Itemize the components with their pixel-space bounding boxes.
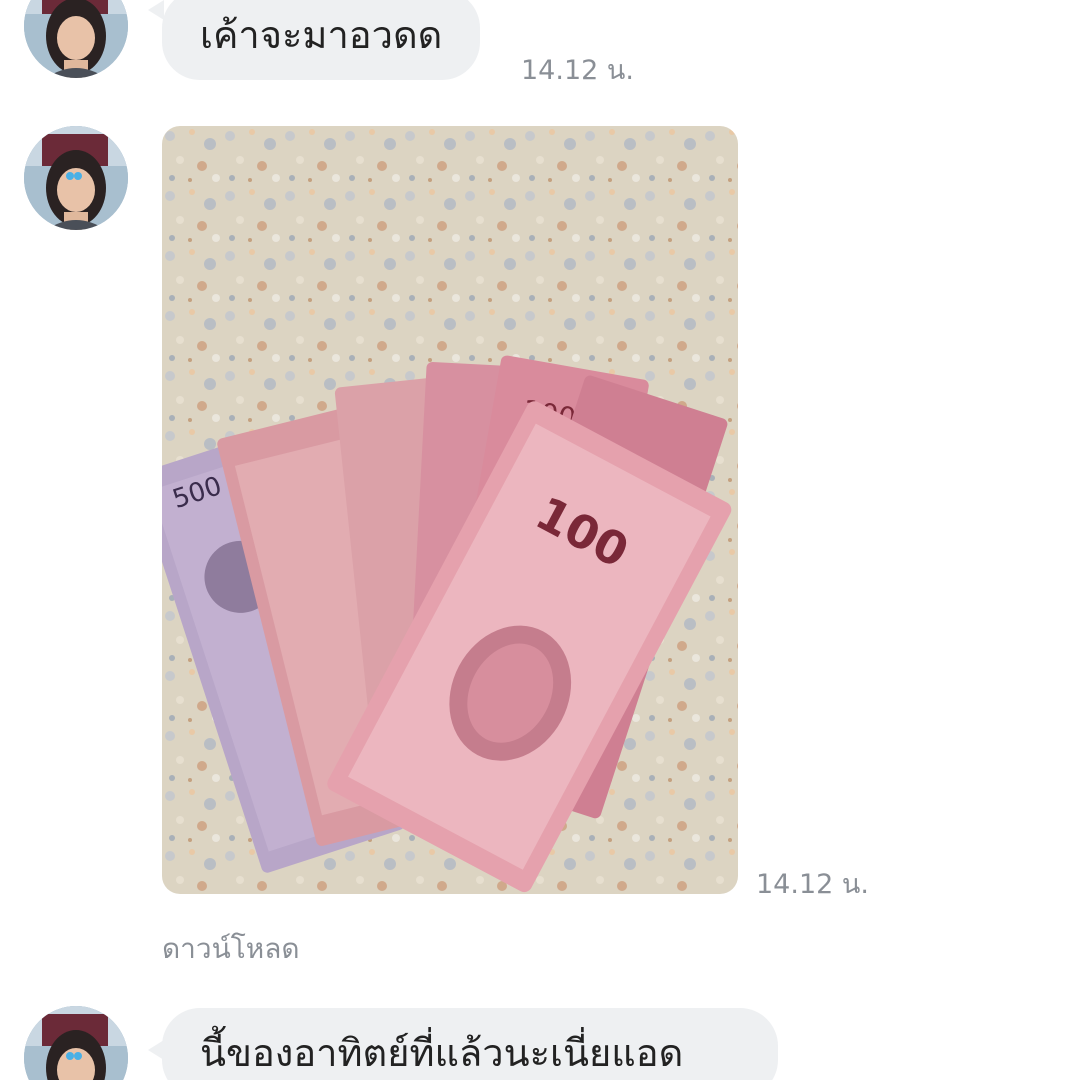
shared-photo[interactable]: 500 1000 [162, 126, 738, 894]
bubble-tail [148, 0, 164, 20]
avatar-image [24, 0, 128, 78]
download-link[interactable]: ดาวน์โหลด [162, 927, 300, 971]
sender-avatar[interactable] [24, 126, 128, 230]
chat-thread: เค้าจะมาอวดด 14.12 น. 500 100 14.12 น. ด… [0, 0, 1080, 1080]
banknotes-photo: 500 1000 [162, 126, 738, 894]
message-text: เค้าจะมาอวดด [200, 13, 443, 57]
message-timestamp: 14.12 น. [521, 55, 634, 86]
message-text: นี้ของอาทิตย์ที่แล้วนะเนี่ยแอด [200, 1031, 684, 1075]
message-bubble[interactable]: นี้ของอาทิตย์ที่แล้วนะเนี่ยแอด [162, 1008, 778, 1080]
avatar-image [24, 126, 128, 230]
avatar-image [24, 1006, 128, 1080]
message-bubble[interactable]: เค้าจะมาอวดด [162, 0, 481, 80]
sender-avatar[interactable] [24, 0, 128, 78]
message-timestamp: 14.12 น. [756, 869, 869, 900]
sender-avatar[interactable] [24, 1006, 128, 1080]
